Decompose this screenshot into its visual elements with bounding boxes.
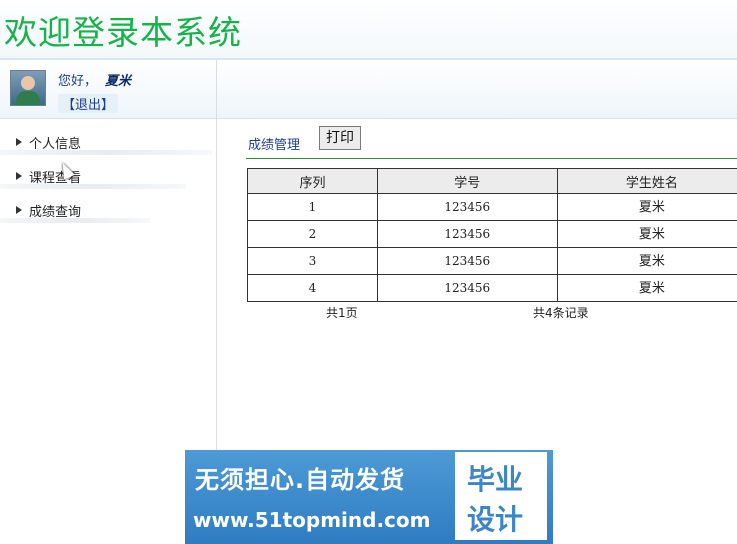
table-cell: 夏米 [556, 274, 737, 302]
page-count: 共1页 [326, 306, 358, 320]
table-row: 1 123456 夏米 [247, 193, 737, 221]
sidebar-item-profile[interactable]: 个人信息 [0, 130, 216, 155]
table-cell: 123456 [376, 193, 558, 221]
table-cell: 123456 [376, 247, 558, 275]
greeting: 您好， 夏米 [58, 70, 131, 89]
banner-url: www.51topmind.com [193, 508, 431, 532]
table-cell: 夏米 [556, 220, 737, 248]
table-row: 3 123456 夏米 [247, 247, 737, 275]
column-header: 学号 [376, 168, 558, 194]
column-header: 序列 [247, 168, 378, 194]
badge-line1: 毕业 [467, 463, 524, 496]
user-name: 夏米 [105, 74, 132, 89]
main-header-bar [217, 60, 737, 119]
logout-link[interactable]: 【退出】 [58, 94, 119, 113]
table-row: 2 123456 夏米 [247, 220, 737, 248]
table-cell: 4 [247, 274, 378, 302]
watermark-banner: 无须担心.自动发货 www.51topmind.com 毕业 设计 [185, 450, 553, 544]
table-cell: 2 [247, 220, 378, 248]
table-cell: 夏米 [556, 247, 737, 275]
sidebar-item-grades[interactable]: 成绩查询 [0, 198, 216, 223]
column-header: 学生姓名 [556, 168, 737, 194]
record-count: 共4条记录 [533, 306, 589, 320]
caret-right-icon [16, 206, 22, 214]
sidebar-item-courses[interactable]: 课程查看 [0, 164, 216, 189]
divider [246, 158, 737, 159]
table-cell: 夏米 [556, 193, 737, 221]
table-cell: 123456 [376, 274, 558, 302]
greeting-text: 您好， [58, 74, 98, 89]
breadcrumb: 成绩管理 [248, 138, 301, 153]
table-cell: 123456 [376, 220, 558, 248]
avatar [10, 70, 46, 106]
table-cell: 3 [247, 247, 378, 275]
table-cell: 1 [247, 193, 378, 221]
caret-right-icon [16, 138, 22, 146]
print-button[interactable]: 打印 [319, 126, 361, 150]
badge-line2: 设计 [467, 503, 524, 536]
app-header: 欢迎登录本系统 [0, 0, 737, 60]
banner-slogan: 无须担心.自动发货 [195, 466, 406, 494]
caret-right-icon [16, 172, 22, 180]
grades-table: 序列 学号 学生姓名 1 123456 夏米 2 123456 夏米 3 123… [247, 168, 737, 302]
table-row: 4 123456 夏米 [247, 274, 737, 302]
user-panel: 您好， 夏米 【退出】 [0, 60, 216, 119]
table-header-row: 序列 学号 学生姓名 [247, 168, 737, 194]
page-title: 欢迎登录本系统 [4, 13, 242, 52]
banner-badge: 毕业 设计 [455, 452, 547, 540]
